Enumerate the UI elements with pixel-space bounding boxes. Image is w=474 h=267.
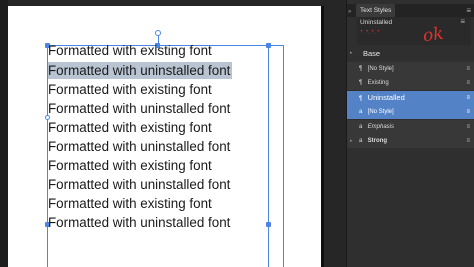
style-row-uninstalled[interactable]: ¶ Uninstalled ≡ bbox=[347, 90, 474, 105]
style-row-emphasis[interactable]: a Emphasis ≡ bbox=[347, 119, 474, 134]
panel-tab-bar: » Text Styles ≡ bbox=[347, 4, 474, 17]
preview-style-name: Uninstalled bbox=[360, 19, 393, 26]
text-styles-panel: » Text Styles ≡ Uninstalled ꜛ·ꜛ·ꜛ·ꜛ ok ≡… bbox=[346, 0, 474, 267]
style-label: [No Style] bbox=[367, 109, 394, 115]
style-row-existing[interactable]: ¶ Existing ≡ bbox=[347, 76, 474, 90]
row-menu-icon[interactable]: ≡ bbox=[466, 76, 470, 90]
handwritten-ok-annotation: ok bbox=[421, 23, 445, 47]
paragraph-style-icon: ¶ bbox=[359, 95, 363, 102]
collapse-panel-icon[interactable]: » bbox=[348, 9, 351, 15]
style-row-no-style-character[interactable]: a [No Style] ≡ bbox=[347, 105, 474, 119]
canvas-left-strip bbox=[0, 0, 8, 267]
character-style-icon: a bbox=[359, 138, 363, 144]
style-label: Base bbox=[363, 49, 381, 58]
paragraph-style-icon: ¶ bbox=[359, 65, 363, 72]
panel-menu-icon[interactable]: ≡ bbox=[466, 5, 471, 16]
style-group-base[interactable]: ▸ Base bbox=[347, 46, 474, 61]
text-line[interactable]: Formatted with uninstalled font bbox=[48, 176, 230, 193]
style-list: ▸ Base ¶ [No Style] ≡ ¶ Existing ≡ ¶ Uni… bbox=[347, 46, 474, 149]
row-menu-icon[interactable]: ≡ bbox=[466, 105, 470, 119]
style-row-no-style-paragraph[interactable]: ¶ [No Style] ≡ bbox=[347, 61, 474, 76]
text-line[interactable]: Formatted with existing font bbox=[48, 157, 212, 174]
text-frame-outer-boundary bbox=[269, 45, 284, 267]
text-line[interactable]: Formatted with existing font bbox=[48, 119, 212, 136]
style-label: Uninstalled bbox=[367, 92, 405, 102]
style-preview: Uninstalled ꜛ·ꜛ·ꜛ·ꜛ ok ≡ bbox=[357, 17, 471, 47]
text-line[interactable]: Formatted with uninstalled font bbox=[48, 214, 230, 231]
row-menu-icon[interactable]: ≡ bbox=[466, 91, 470, 105]
style-label: Emphasis bbox=[367, 123, 395, 130]
style-label: Strong bbox=[367, 138, 388, 144]
frame-handle-top-right[interactable] bbox=[266, 43, 271, 48]
text-line[interactable]: Formatted with existing font bbox=[48, 42, 212, 59]
rotate-handle[interactable] bbox=[155, 30, 161, 36]
text-line[interactable]: Formatted with uninstalled font bbox=[48, 100, 230, 117]
row-menu-icon[interactable]: ≡ bbox=[466, 134, 470, 148]
preview-menu-icon[interactable]: ≡ bbox=[460, 17, 465, 26]
row-menu-icon[interactable]: ≡ bbox=[466, 62, 470, 76]
style-label: [No Style] bbox=[367, 65, 394, 72]
text-line[interactable]: Formatted with existing font bbox=[48, 81, 212, 98]
character-style-icon: a bbox=[359, 109, 363, 115]
tab-text-styles[interactable]: Text Styles bbox=[356, 4, 396, 17]
expand-arrow-icon[interactable]: ▸ bbox=[350, 134, 353, 148]
row-menu-icon[interactable]: ≡ bbox=[466, 120, 470, 134]
style-row-strong[interactable]: ▸ a Strong ≡ bbox=[347, 134, 474, 148]
paragraph-style-icon: ¶ bbox=[359, 80, 363, 86]
text-line[interactable]: Formatted with uninstalled font bbox=[48, 138, 230, 155]
character-style-icon: a bbox=[359, 123, 363, 130]
text-line[interactable]: Formatted with existing font bbox=[48, 195, 212, 212]
preview-sample-text: ꜛ·ꜛ·ꜛ·ꜛ bbox=[360, 31, 380, 37]
expand-arrow-icon[interactable]: ▸ bbox=[350, 46, 353, 61]
style-label: Existing bbox=[367, 80, 389, 86]
frame-handle-bottom-right[interactable] bbox=[266, 222, 271, 227]
document-canvas[interactable]: Formatted with existing font Formatted w… bbox=[0, 0, 346, 267]
text-line-selected[interactable]: Formatted with uninstalled font bbox=[48, 62, 233, 79]
